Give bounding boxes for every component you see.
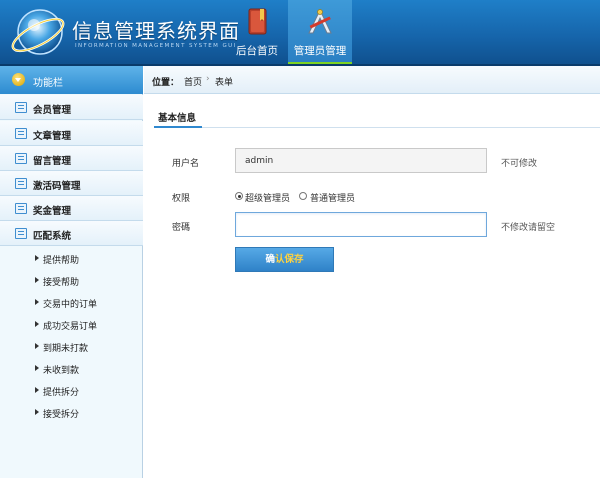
sidebar: 功能栏 会员管理 文章管理 留言管理 激活码管理 奖金管理 匹配系统 提供帮助 … bbox=[0, 66, 143, 478]
nav-home-button[interactable]: 后台首页 bbox=[225, 0, 289, 66]
nav-home-label: 后台首页 bbox=[236, 45, 278, 57]
caret-right-icon bbox=[35, 321, 39, 327]
nav-admin-label: 管理员管理 bbox=[293, 45, 347, 57]
confirm-save-label-part2: 认保存 bbox=[275, 254, 304, 265]
sidebar-header[interactable]: 功能栏 bbox=[0, 66, 143, 94]
role-super-admin-radio[interactable] bbox=[235, 192, 243, 200]
book-icon bbox=[248, 8, 267, 35]
sidebar-subitem-label: 接受拆分 bbox=[43, 410, 80, 420]
app-title: 信息管理系统界面 bbox=[72, 19, 240, 43]
caret-right-icon bbox=[35, 409, 39, 415]
sidebar-subitem-label: 提供拆分 bbox=[43, 388, 80, 398]
edit-icon bbox=[15, 153, 27, 164]
sidebar-subitem-label: 成功交易订单 bbox=[43, 322, 98, 332]
edit-icon bbox=[15, 128, 27, 139]
list-icon bbox=[15, 102, 27, 113]
breadcrumb-current: 表单 bbox=[215, 78, 234, 88]
breadcrumb: 位置： 首页 › 表单 bbox=[144, 66, 600, 94]
sidebar-item-label: 激活码管理 bbox=[33, 181, 81, 192]
calendar-icon bbox=[15, 178, 27, 189]
caret-right-icon bbox=[35, 343, 39, 349]
sidebar-item-matching[interactable]: 匹配系统 bbox=[0, 221, 143, 246]
sidebar-subitem-accept-split[interactable]: 接受拆分 bbox=[0, 402, 143, 422]
admin-tools-icon bbox=[308, 8, 332, 34]
role-super-admin-label[interactable]: 超级管理员 bbox=[245, 191, 290, 204]
app-header: 信息管理系统界面 INFORMATION MANAGEMENT SYSTEM G… bbox=[0, 0, 600, 66]
caret-right-icon bbox=[35, 299, 39, 305]
sidebar-item-label: 奖金管理 bbox=[33, 206, 72, 217]
sidebar-subitem-provide-split[interactable]: 提供拆分 bbox=[0, 380, 143, 400]
password-field[interactable] bbox=[235, 212, 487, 237]
password-label: 密碼 bbox=[172, 223, 191, 233]
nav-admin-button[interactable]: 管理员管理 bbox=[288, 0, 352, 66]
sidebar-subitem-label: 提供帮助 bbox=[43, 256, 80, 266]
sidebar-subitem-not-received[interactable]: 未收到款 bbox=[0, 358, 143, 378]
sidebar-subitem-provide-help[interactable]: 提供帮助 bbox=[0, 248, 143, 268]
breadcrumb-home-link[interactable]: 首页 bbox=[184, 75, 202, 88]
calendar-icon bbox=[15, 203, 27, 214]
role-label: 权限 bbox=[172, 194, 191, 204]
caret-right-icon bbox=[35, 365, 39, 371]
sidebar-subitem-label: 接受帮助 bbox=[43, 278, 80, 288]
sidebar-item-label: 文章管理 bbox=[33, 131, 72, 142]
username-label: 用户名 bbox=[172, 159, 200, 169]
username-hint: 不可修改 bbox=[501, 159, 538, 169]
sidebar-item-members[interactable]: 会员管理 bbox=[0, 95, 143, 120]
caret-right-icon bbox=[35, 277, 39, 283]
sidebar-item-label: 会员管理 bbox=[33, 105, 72, 116]
sidebar-item-bonus[interactable]: 奖金管理 bbox=[0, 196, 143, 221]
tab-basic-info[interactable]: 基本信息 bbox=[154, 106, 202, 128]
caret-right-icon bbox=[35, 387, 39, 393]
logo-globe-icon bbox=[11, 9, 65, 55]
chevron-down-icon[interactable] bbox=[12, 73, 25, 86]
sidebar-item-messages[interactable]: 留言管理 bbox=[0, 146, 143, 171]
sidebar-item-label: 匹配系统 bbox=[33, 231, 72, 242]
sidebar-subitem-accept-help[interactable]: 接受帮助 bbox=[0, 270, 143, 290]
sidebar-subitem-label: 到期未打款 bbox=[43, 344, 89, 354]
role-normal-admin-label[interactable]: 普通管理员 bbox=[310, 191, 355, 204]
tab-divider bbox=[154, 127, 600, 128]
username-field[interactable] bbox=[235, 148, 487, 173]
role-normal-admin-radio[interactable] bbox=[299, 192, 307, 200]
breadcrumb-label: 位置： bbox=[152, 78, 180, 88]
sidebar-subitem-overdue-unpaid[interactable]: 到期未打款 bbox=[0, 336, 143, 356]
sidebar-item-label: 留言管理 bbox=[33, 156, 72, 167]
sidebar-subitem-label: 交易中的订单 bbox=[43, 300, 98, 310]
app-subtitle: INFORMATION MANAGEMENT SYSTEM GUI bbox=[75, 43, 237, 49]
sidebar-title: 功能栏 bbox=[33, 78, 63, 89]
sidebar-subitem-completed-orders[interactable]: 成功交易订单 bbox=[0, 314, 143, 334]
confirm-save-label-part1: 确 bbox=[265, 254, 275, 265]
breadcrumb-separator: › bbox=[206, 74, 210, 84]
sidebar-item-articles[interactable]: 文章管理 bbox=[0, 121, 143, 146]
password-hint: 不修改请留空 bbox=[501, 223, 556, 233]
calendar-icon bbox=[15, 228, 27, 239]
caret-right-icon bbox=[35, 255, 39, 261]
confirm-save-button[interactable]: 确认保存 bbox=[235, 247, 334, 272]
sidebar-subitem-orders-in-progress[interactable]: 交易中的订单 bbox=[0, 292, 143, 312]
sidebar-item-activation-codes[interactable]: 激活码管理 bbox=[0, 171, 143, 196]
sidebar-subitem-label: 未收到款 bbox=[43, 366, 80, 376]
